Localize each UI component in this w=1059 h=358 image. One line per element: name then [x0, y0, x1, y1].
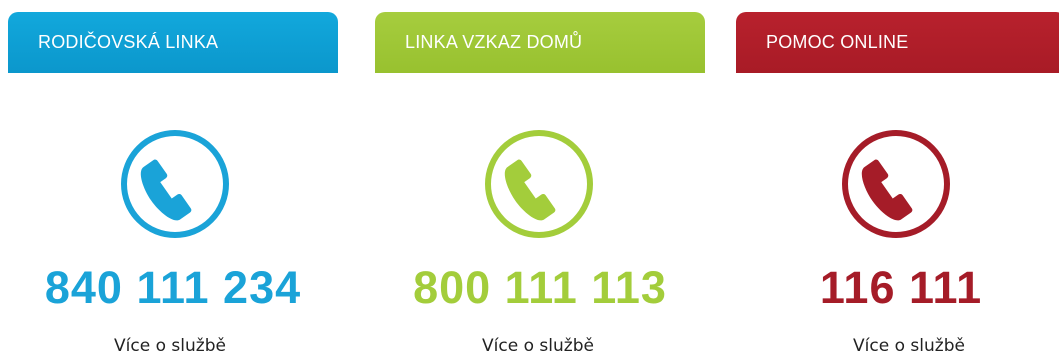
phone-icon: [842, 130, 950, 238]
more-info-link-message-home[interactable]: Více o službě: [373, 334, 703, 358]
phone-number-help-online: 116 111: [819, 262, 983, 313]
more-info-link-help-online[interactable]: Více o službě: [744, 334, 1059, 358]
tab-parents-line[interactable]: RODIČOVSKÁ LINKA: [8, 12, 338, 73]
phone-icon: [121, 130, 229, 238]
phone-icon: [485, 130, 593, 238]
phone-number-parents: 840 111 234: [44, 262, 302, 313]
tab-message-home[interactable]: LINKA VZKAZ DOMŮ: [375, 12, 705, 73]
helpline-card-message-home: LINKA VZKAZ DOMŮ 800 111 113 Více o služ…: [375, 12, 705, 356]
phone-number-message-home: 800 111 113: [413, 262, 667, 313]
helpline-card-parents: RODIČOVSKÁ LINKA 840 111 234 Více o služ…: [8, 12, 338, 356]
helpline-card-help-online: POMOC ONLINE 116 111 Více o službě: [736, 12, 1059, 356]
more-info-link-parents[interactable]: Více o službě: [5, 334, 335, 358]
helpline-cards: RODIČOVSKÁ LINKA 840 111 234 Více o služ…: [0, 0, 1059, 356]
tab-help-online[interactable]: POMOC ONLINE: [736, 12, 1059, 73]
